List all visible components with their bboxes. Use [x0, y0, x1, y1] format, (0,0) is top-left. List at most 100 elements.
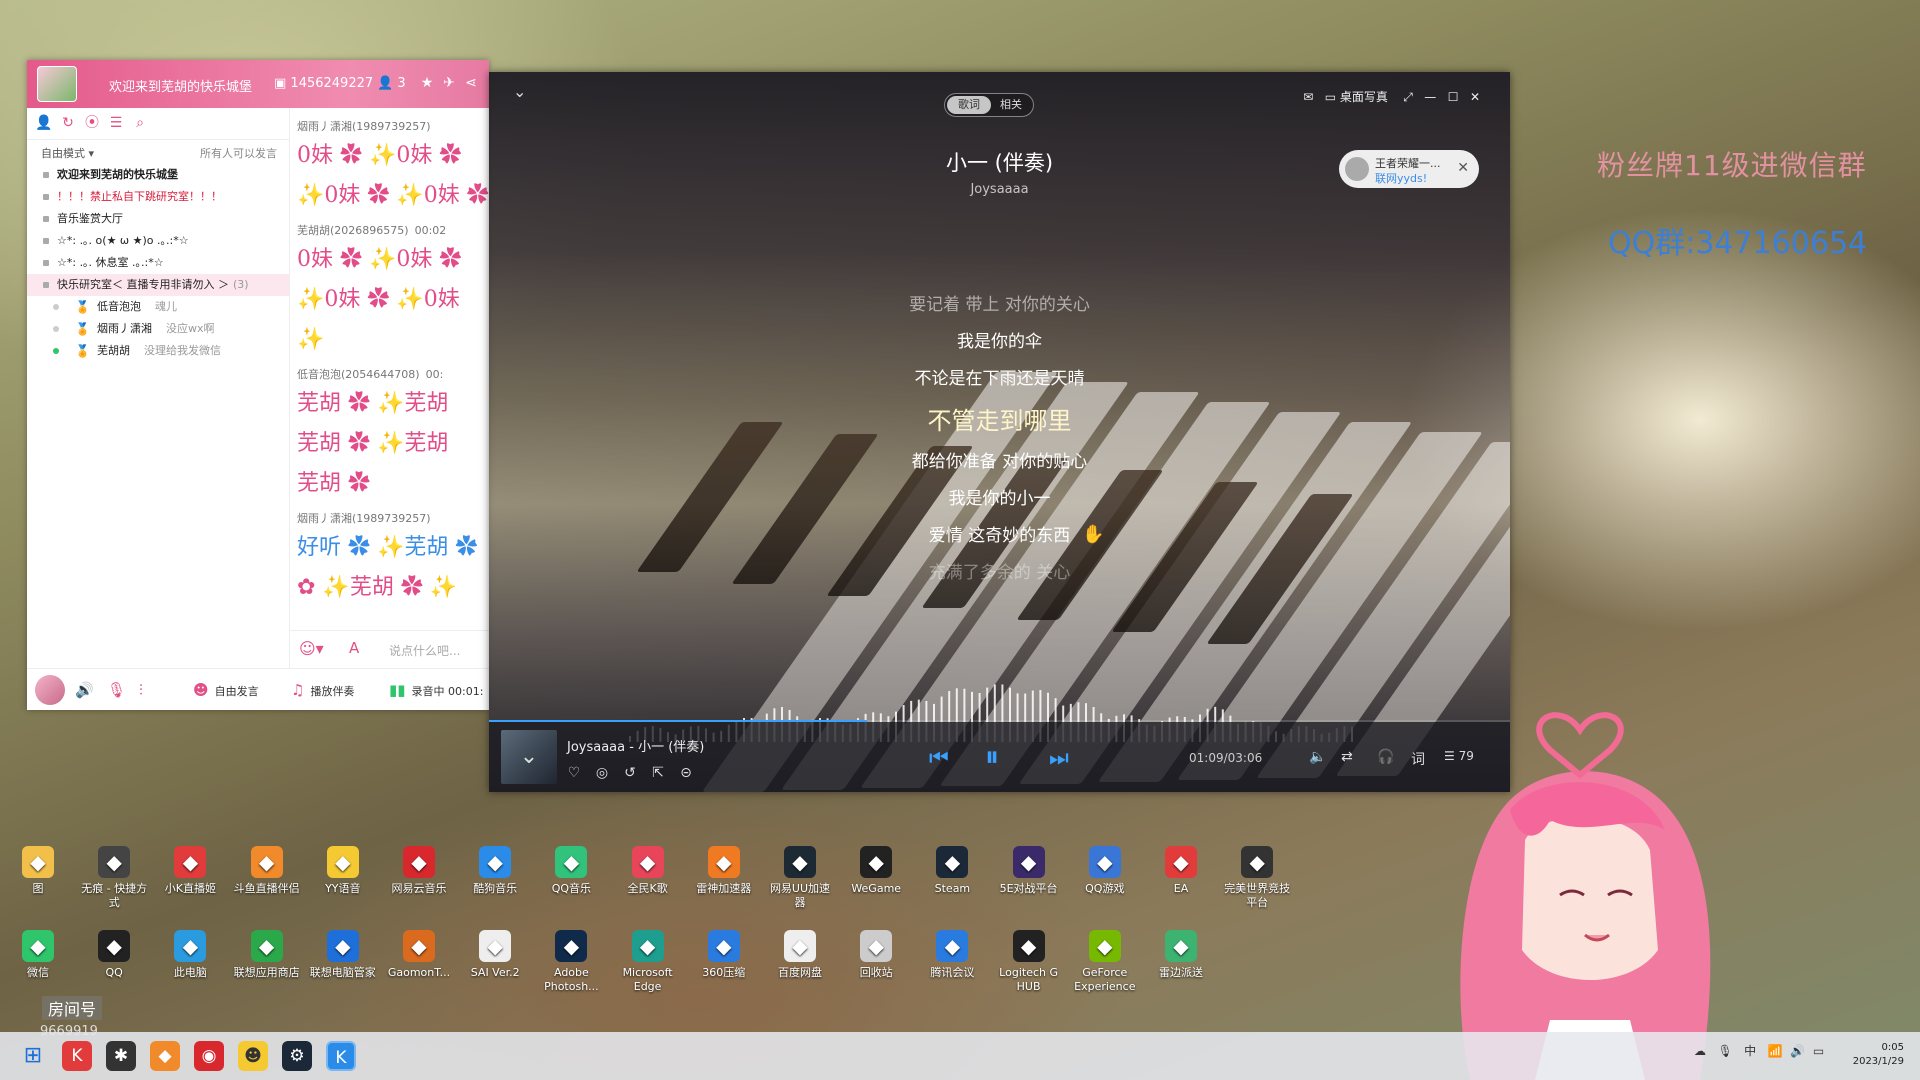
desktop-icon[interactable]: ◆ 雷边派送	[1146, 930, 1216, 980]
room-item[interactable]: ！！！禁止私自下跳研究室！！！	[27, 186, 289, 208]
desktop-icon[interactable]: ◆ 回收站	[841, 930, 911, 980]
now-playing[interactable]: Joysaaaa - 小一 (伴奏)	[567, 736, 704, 755]
play-music-button[interactable]: ♫ 播放伴奏	[291, 681, 354, 699]
tab-lyrics[interactable]: 歌词	[947, 96, 991, 114]
room-item[interactable]: ☆*: .｡. 休息室 .｡.:*☆	[27, 252, 289, 274]
share-icon[interactable]: ⋖	[462, 74, 480, 92]
desktop-icon[interactable]: ◆ GeForce Experience	[1070, 930, 1140, 994]
taskbar-yy-icon[interactable]: ☻	[238, 1041, 268, 1071]
desktop-icon[interactable]: ◆ 酷狗音乐	[460, 846, 530, 896]
speaker-icon[interactable]: 🔊	[75, 681, 100, 699]
lyric-line[interactable]: 不论是在下雨还是天晴	[489, 361, 1510, 398]
refresh-icon[interactable]: ↻	[59, 114, 77, 132]
friend-notification[interactable]: 王者荣耀一... 联网yyds! ✕	[1339, 150, 1479, 188]
desktop-icon[interactable]: ◆ YY语音	[308, 846, 378, 896]
room-item[interactable]: 快乐研究室＜ 直播专用非请勿入 ＞ (3)	[27, 274, 289, 296]
member-item[interactable]: 🏅 低音泡泡 魂儿	[27, 296, 289, 318]
desktop-icon[interactable]: ◆ QQ音乐	[536, 846, 606, 896]
cloud-icon[interactable]: ☁	[1694, 1044, 1706, 1058]
desktop-icon[interactable]: ◆ 斗鱼直播伴侣	[232, 846, 302, 896]
taskbar-ghost-icon[interactable]: ✱	[106, 1041, 136, 1071]
clock[interactable]: 0:05 2023/1/29	[1853, 1041, 1904, 1069]
lyric-line[interactable]: 充满了多余的 关心	[489, 555, 1510, 592]
mail-icon[interactable]: ✉	[1303, 90, 1313, 104]
member-item[interactable]: 🏅 烟雨丿潇湘 没应wx啊	[27, 318, 289, 340]
loop-icon[interactable]: ⇄	[1341, 749, 1353, 765]
wifi-icon[interactable]: 📶	[1768, 1044, 1783, 1058]
lyric-line[interactable]: 爱情 这奇妙的东西	[489, 518, 1510, 555]
lyric-line[interactable]: 我是你的伞	[489, 324, 1510, 361]
sender-name[interactable]: 烟雨丿潇湘(1989739257)	[297, 512, 431, 525]
desktop-icon[interactable]: ◆ Steam	[917, 846, 987, 896]
lyric-line-current[interactable]: 不管走到哪里	[489, 398, 1510, 444]
sender-name[interactable]: 芜胡胡(2026896575)	[297, 224, 409, 237]
mic-icon[interactable]: 🎙	[107, 681, 132, 699]
search-icon[interactable]: ⌕	[131, 114, 149, 132]
desktop-icon[interactable]: ◆ Microsoft Edge	[613, 930, 683, 994]
sender-name[interactable]: 烟雨丿潇湘(1989739257)	[297, 120, 431, 133]
repost-icon[interactable]: ↺	[621, 764, 639, 782]
lyric-line[interactable]: 都给你准备 对你的贴心	[489, 444, 1510, 481]
member-item[interactable]: 🏅 芜胡胡 没理给我发微信	[27, 340, 289, 362]
desktop-icon[interactable]: ◆ 此电脑	[155, 930, 225, 980]
desktop-lyrics-button[interactable]: ▭ 桌面写真	[1325, 90, 1388, 104]
font-icon[interactable]: A	[349, 639, 359, 657]
desktop-icon[interactable]: ◆ 小K直播姬	[155, 846, 225, 896]
desktop-icon[interactable]: ◆ EA	[1146, 846, 1216, 896]
equalizer-icon[interactable]: ⫶	[139, 681, 149, 699]
ime-indicator[interactable]: 中	[1744, 1044, 1756, 1058]
maximize-icon[interactable]: ☐	[1448, 90, 1459, 104]
desktop-icon[interactable]: ◆ 5E对战平台	[994, 846, 1064, 896]
taskbar-kk-icon[interactable]: K	[62, 1041, 92, 1071]
my-avatar[interactable]	[35, 675, 65, 705]
desktop-icon[interactable]: ◆ 联想应用商店	[232, 930, 302, 980]
star-icon[interactable]: ★	[418, 74, 436, 92]
close-icon[interactable]: ✕	[1457, 160, 1469, 176]
desktop-icon[interactable]: ◆ 网易UU加速器	[765, 846, 835, 910]
desktop-icon[interactable]: ◆ 360压缩	[689, 930, 759, 980]
sender-name[interactable]: 低音泡泡(2054644708)	[297, 368, 420, 381]
fullscreen-icon[interactable]: ⤢	[1403, 90, 1413, 104]
desktop-icon[interactable]: ◆ 无痕 - 快捷方式	[79, 846, 149, 910]
headphone-icon[interactable]: 🎧	[1377, 749, 1394, 765]
volume-icon[interactable]: 🔊	[1790, 1044, 1805, 1058]
desktop-icon[interactable]: ◆ 百度网盘	[765, 930, 835, 980]
plane-icon[interactable]: ✈	[440, 74, 458, 92]
mic-icon[interactable]: 🎙	[1717, 1044, 1732, 1058]
external-link-icon[interactable]: ⇱	[649, 764, 667, 782]
lyric-line[interactable]: 我是你的小一	[489, 481, 1510, 518]
lyrics-icon[interactable]: 词	[1411, 749, 1425, 769]
tab-related[interactable]: 相关	[989, 96, 1033, 114]
desktop-icon[interactable]: ◆ Logitech G HUB	[994, 930, 1064, 994]
heart-icon[interactable]: ♡	[565, 764, 583, 782]
desktop-icon[interactable]: ◆ 联想电脑管家	[308, 930, 378, 980]
desktop-icon[interactable]: ◆ Adobe Photosh...	[536, 930, 606, 994]
coin-icon[interactable]: ◎	[593, 764, 611, 782]
user-icon[interactable]: 👤	[35, 114, 53, 132]
windows-start-icon[interactable]: ⊞	[18, 1041, 48, 1071]
desktop-icon[interactable]: ◆ 完美世界竞技平台	[1222, 846, 1292, 910]
free-speak-button[interactable]: ☻ 自由发言	[193, 681, 259, 699]
emoji-icon[interactable]: ☺▾	[299, 639, 324, 658]
desktop-icon[interactable]: ◆ GaomonT...	[384, 930, 454, 980]
desktop-icon[interactable]: ◆ 网易云音乐	[384, 846, 454, 896]
desktop-icon[interactable]: ◆ SAI Ver.2	[460, 930, 530, 980]
close-icon[interactable]: ✕	[1470, 90, 1480, 104]
desktop-icon[interactable]: ◆ 雷神加速器	[689, 846, 759, 896]
pause-icon[interactable]: ⏸	[985, 740, 999, 774]
previous-icon[interactable]: ⏮	[929, 746, 949, 771]
taskbar-fish-icon[interactable]: ◆	[150, 1041, 180, 1071]
room-item[interactable]: 欢迎来到芜胡的快乐城堡	[27, 164, 289, 186]
more-icon[interactable]: ⊝	[677, 764, 695, 782]
room-item[interactable]: ☆*: .｡. o(★ ω ★)o .｡.:*☆	[27, 230, 289, 252]
progress-track[interactable]	[489, 720, 1510, 722]
chat-input[interactable]: 说点什么吧...	[389, 642, 460, 659]
lyric-line[interactable]: 要记着 带上 对你的关心	[489, 287, 1510, 324]
collapse-icon[interactable]: ⌄	[513, 82, 533, 102]
next-icon[interactable]: ⏭	[1049, 746, 1069, 771]
minimize-icon[interactable]: —	[1424, 90, 1436, 104]
location-icon[interactable]: ⦿	[83, 114, 101, 132]
desktop-icon[interactable]: ◆ 图	[3, 846, 73, 896]
desktop-icon[interactable]: ◆ 腾讯会议	[917, 930, 987, 980]
desktop-icon[interactable]: ◆ 全民K歌	[613, 846, 683, 896]
